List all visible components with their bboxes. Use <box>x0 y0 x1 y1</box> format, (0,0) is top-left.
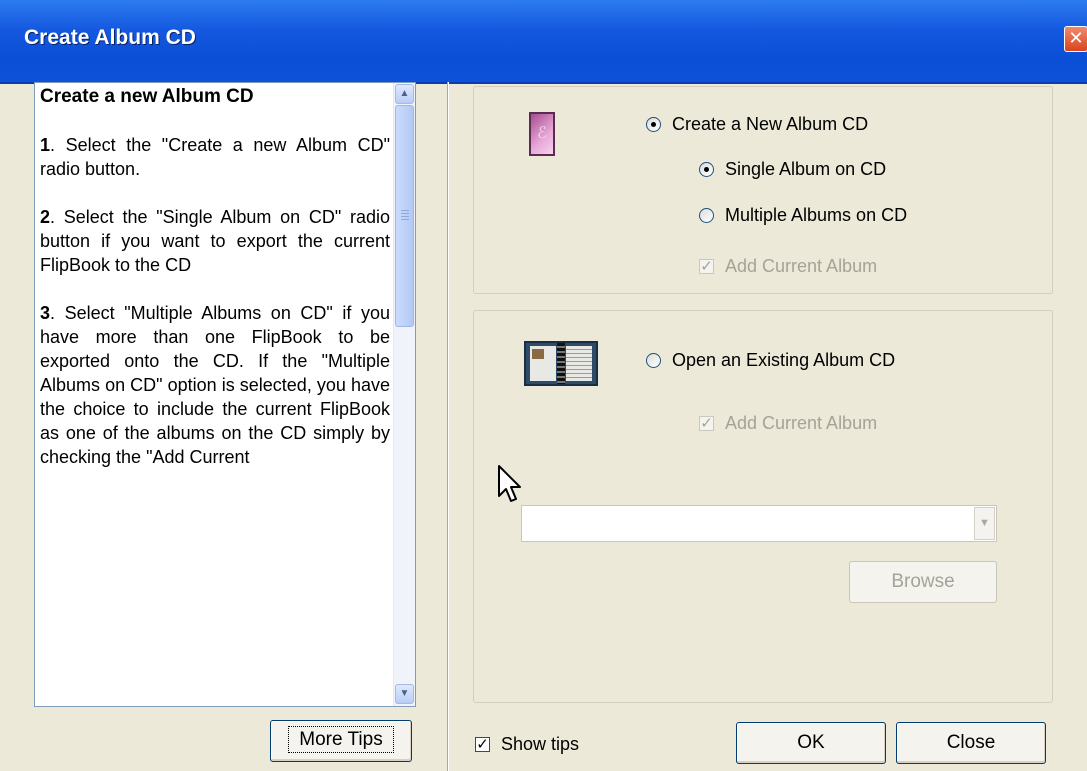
tips-heading: Create a new Album CD <box>40 86 254 107</box>
tips-panel[interactable]: Create a new Album CD 1. Select the "Cre… <box>34 82 416 707</box>
multiple-albums-label: Multiple Albums on CD <box>725 204 908 225</box>
single-album-label: Single Album on CD <box>725 158 887 179</box>
scroll-down-icon[interactable]: ▼ <box>395 684 414 704</box>
panel-divider <box>447 82 449 771</box>
add-current-album-checkbox-2[interactable]: ✓ Add Current Album <box>699 410 877 436</box>
multiple-albums-radio[interactable]: Multiple Albums on CD <box>699 202 907 228</box>
more-tips-label: More Tips <box>288 726 394 753</box>
tip-step-number: 3 <box>40 303 51 323</box>
photo-album-icon <box>524 341 598 386</box>
browse-button[interactable]: Browse <box>849 561 997 603</box>
create-new-album-radio[interactable]: Create a New Album CD <box>646 111 868 137</box>
album-photo <box>532 349 544 359</box>
create-new-album-label: Create a New Album CD <box>672 113 869 134</box>
close-button[interactable]: Close <box>896 722 1046 764</box>
radio-unselected-icon <box>699 207 714 223</box>
open-existing-album-radio[interactable]: Open an Existing Album CD <box>646 347 895 373</box>
close-window-button[interactable]: ✕ <box>1064 26 1087 52</box>
show-tips-label: Show tips <box>501 733 580 754</box>
tips-scrollbar[interactable]: ▲ ▼ <box>393 83 415 706</box>
open-existing-album-label: Open an Existing Album CD <box>672 349 896 370</box>
tips-text: Create a new Album CD 1. Select the "Cre… <box>40 85 390 493</box>
grip-icon <box>401 210 409 220</box>
window-title: Create Album CD <box>24 26 196 49</box>
tip-step-text: . Select the "Create a new Album CD" rad… <box>40 135 390 179</box>
album-page-right <box>566 346 592 381</box>
radio-unselected-icon <box>646 352 661 368</box>
scroll-thumb[interactable] <box>395 105 414 327</box>
radio-selected-icon <box>646 116 661 132</box>
tip-step-2: 2. Select the "Single Album on CD" radio… <box>40 205 390 277</box>
ok-button[interactable]: OK <box>736 722 886 764</box>
add-current-album-checkbox-1[interactable]: ✓ Add Current Album <box>699 253 877 279</box>
more-tips-button[interactable]: More Tips <box>270 720 412 762</box>
checkbox-checked-icon: ✓ <box>699 257 714 275</box>
checkbox-checked-icon: ✓ <box>699 414 714 432</box>
album-spiral <box>557 343 565 384</box>
scroll-up-icon[interactable]: ▲ <box>395 84 414 104</box>
add-current-album-label: Add Current Album <box>725 255 878 276</box>
radio-selected-icon <box>699 161 714 177</box>
chevron-down-icon[interactable]: ▼ <box>974 507 995 540</box>
pink-album-icon: ℰ <box>529 112 555 156</box>
tip-step-number: 1 <box>40 135 51 155</box>
add-current-album-label: Add Current Album <box>725 412 878 433</box>
tip-step-3: 3. Select "Multiple Albums on CD" if you… <box>40 301 390 469</box>
mouse-pointer-icon <box>498 465 521 502</box>
tip-step-number: 2 <box>40 207 51 227</box>
single-album-radio[interactable]: Single Album on CD <box>699 156 886 182</box>
tip-step-text: . Select the "Single Album on CD" radio … <box>40 207 390 275</box>
checkbox-checked-icon: ✓ <box>475 735 490 753</box>
show-tips-checkbox[interactable]: ✓ Show tips <box>475 731 579 757</box>
tip-step-text: . Select "Multiple Albums on CD" if you … <box>40 303 390 467</box>
tip-step-1: 1. Select the "Create a new Album CD" ra… <box>40 133 390 181</box>
album-cd-path-combobox[interactable]: ▼ <box>521 505 997 542</box>
title-bar[interactable]: Create Album CD ✕ <box>0 0 1087 84</box>
